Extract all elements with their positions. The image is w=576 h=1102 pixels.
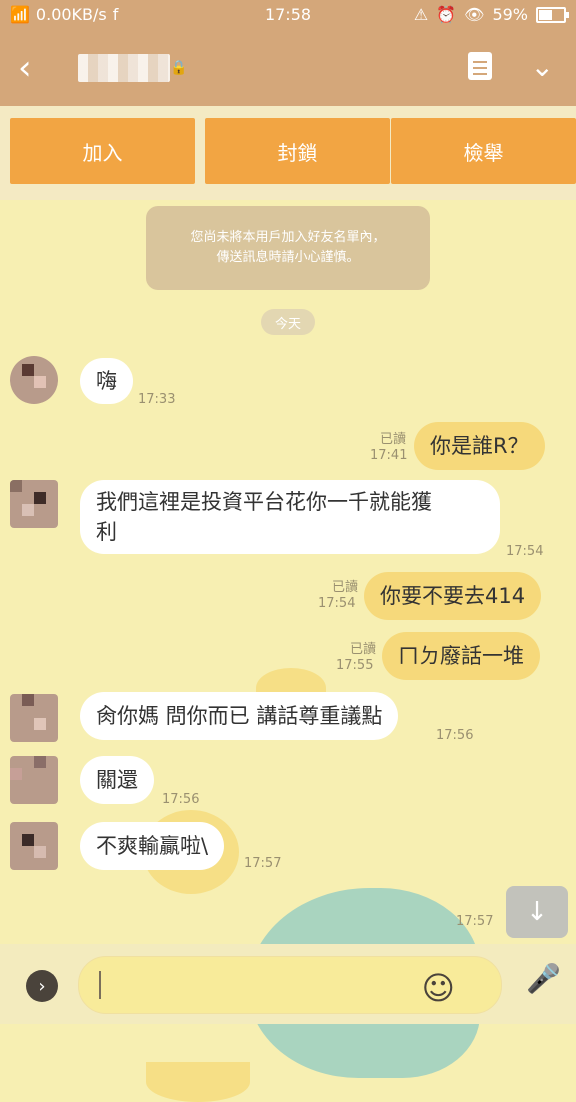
avatar-pixel xyxy=(34,492,46,504)
message-time: 17:57 xyxy=(456,914,494,929)
avatar-pixel xyxy=(34,846,46,858)
lock-icon: 🔒 xyxy=(170,60,188,76)
status-right: ⚠ ⏰ 👁 59% xyxy=(413,5,569,24)
battery-icon xyxy=(536,6,569,23)
message-text: 利 xyxy=(96,520,117,544)
message-time: 17:41 xyxy=(370,448,408,463)
add-friend-button[interactable]: 加入 xyxy=(10,118,195,184)
chevron-down-icon[interactable]: ⌄ xyxy=(531,50,554,83)
outgoing-bubble[interactable]: 你是誰R？ xyxy=(414,422,545,470)
read-receipt: 已讀 xyxy=(349,642,376,657)
emoji-icon[interactable]: ☺ xyxy=(422,969,455,1007)
battery-fill xyxy=(539,9,552,20)
avatar[interactable] xyxy=(10,356,58,404)
block-button[interactable]: 封鎖 xyxy=(205,118,390,184)
incoming-bubble[interactable]: 我們這裡是投資平台花你一千就能獲 利 xyxy=(80,480,500,554)
message-time: 17:56 xyxy=(162,792,200,807)
message-time: 17:56 xyxy=(436,728,474,743)
avatar-pixel xyxy=(22,694,34,706)
message-time: 17:54 xyxy=(506,544,544,559)
incoming-bubble[interactable]: 關還 xyxy=(80,756,154,804)
message-time: 17:57 xyxy=(244,856,282,871)
text-cursor xyxy=(99,971,101,999)
avatar-pixel xyxy=(10,768,22,780)
avatar-pixel xyxy=(22,364,34,376)
notice-line: 您尚未將本用戶加入好友名單內， xyxy=(190,230,386,245)
notice-line: 傳送訊息時請小心謹慎。 xyxy=(216,250,360,265)
avatar[interactable] xyxy=(10,756,58,804)
alarm-icon: ⏰ xyxy=(436,5,457,24)
microphone-icon[interactable]: 🎤 xyxy=(526,962,561,1002)
avatar-pixel xyxy=(22,834,34,846)
incoming-bubble[interactable]: 肏你媽 問你而已 講話尊重議點 xyxy=(80,692,399,740)
avatar-pixel xyxy=(34,718,46,730)
avatar[interactable] xyxy=(10,694,58,742)
contact-name-blurred xyxy=(78,54,170,82)
message-time: 17:54 xyxy=(318,596,356,611)
background-sticker xyxy=(146,1062,250,1102)
eye-icon: 👁 xyxy=(464,5,485,24)
avatar-pixel xyxy=(34,376,46,388)
read-receipt: 已讀 xyxy=(331,580,358,595)
avatar[interactable] xyxy=(10,822,58,870)
chat-header: ‹ 🔒 ⌄ xyxy=(0,30,576,106)
message-time: 17:55 xyxy=(336,658,374,673)
outgoing-bubble[interactable]: 你要不要去414 xyxy=(364,572,542,620)
notes-icon[interactable] xyxy=(468,52,492,80)
report-button[interactable]: 檢舉 xyxy=(391,118,576,184)
warning-icon: ⚠ xyxy=(413,5,429,24)
incoming-bubble[interactable]: 不爽輸贏啦\ xyxy=(80,822,225,870)
status-bar: 📶 0.00KB/s f 17:58 ⚠ ⏰ 👁 59% xyxy=(0,0,576,30)
message-text: 我們這裡是投資平台花你一千就能獲 xyxy=(96,490,432,514)
expand-menu-icon[interactable]: › xyxy=(26,970,58,1002)
outgoing-bubble[interactable]: ㄇㄉ廢話一堆 xyxy=(382,632,540,680)
avatar[interactable] xyxy=(10,480,58,528)
back-icon[interactable]: ‹ xyxy=(18,50,54,86)
incoming-bubble[interactable]: 嗨 xyxy=(80,358,133,404)
safety-notice: 您尚未將本用戶加入好友名單內， 傳送訊息時請小心謹慎。 xyxy=(146,206,430,290)
battery-percent: 59% xyxy=(492,5,528,24)
avatar-pixel xyxy=(34,756,46,768)
avatar-pixel xyxy=(22,504,34,516)
message-input[interactable]: ☺ xyxy=(78,956,502,1014)
message-time: 17:33 xyxy=(138,392,176,407)
read-receipt: 已讀 xyxy=(379,432,406,447)
chat-area: 您尚未將本用戶加入好友名單內， 傳送訊息時請小心謹慎。 今天 嗨 17:33 已… xyxy=(0,200,576,1102)
action-bar: 加入 封鎖 檢舉 xyxy=(0,106,576,200)
avatar-pixel xyxy=(10,480,22,492)
date-divider: 今天 xyxy=(261,309,315,335)
input-bar: › ☺ 🎤 xyxy=(0,944,576,1024)
scroll-to-bottom-button[interactable]: ↓ xyxy=(506,886,568,938)
